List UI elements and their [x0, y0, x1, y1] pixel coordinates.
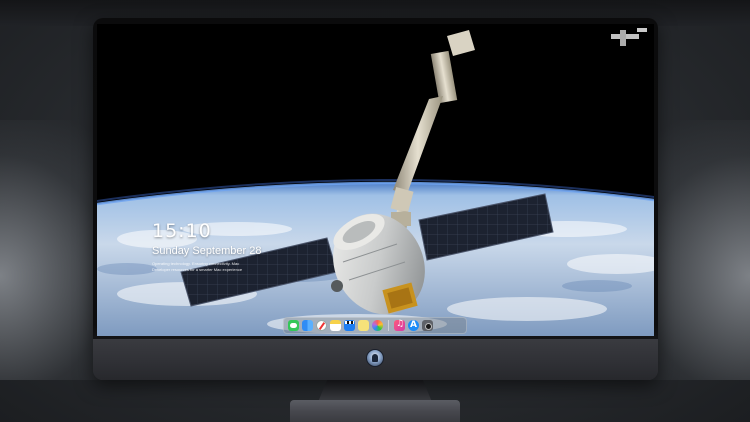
- monitor-stand-base: [290, 400, 460, 422]
- wallpaper: [97, 24, 654, 336]
- dock-separator: [388, 320, 389, 331]
- app-store-icon[interactable]: [408, 320, 419, 331]
- monitor-stand-neck: [318, 380, 432, 402]
- clapperboard-icon[interactable]: [344, 320, 355, 331]
- lock-screen-message-line-1: Operating technology. Ensuring connectiv…: [152, 261, 240, 266]
- screen[interactable]: 15:10 Sunday September 28 Operating tech…: [97, 24, 654, 336]
- dock: [283, 317, 467, 334]
- notes-icon[interactable]: [330, 320, 341, 331]
- safari-icon[interactable]: [316, 320, 327, 331]
- photos-icon[interactable]: [372, 320, 383, 331]
- messages-icon[interactable]: [288, 320, 299, 331]
- stickies-icon[interactable]: [358, 320, 369, 331]
- lock-screen-message-line-2: Developer resources for a smarter Mac ex…: [152, 267, 243, 272]
- monitor: 15:10 Sunday September 28 Operating tech…: [93, 18, 658, 380]
- brand-logo-icon: [366, 349, 384, 367]
- camera-icon[interactable]: [422, 320, 433, 331]
- music-icon[interactable]: [394, 319, 405, 331]
- lock-screen-clock: 15:10: [152, 220, 212, 242]
- monitor-chin: [93, 339, 658, 380]
- lock-screen-date: Sunday September 28: [152, 245, 262, 257]
- finder-icon[interactable]: [302, 320, 313, 331]
